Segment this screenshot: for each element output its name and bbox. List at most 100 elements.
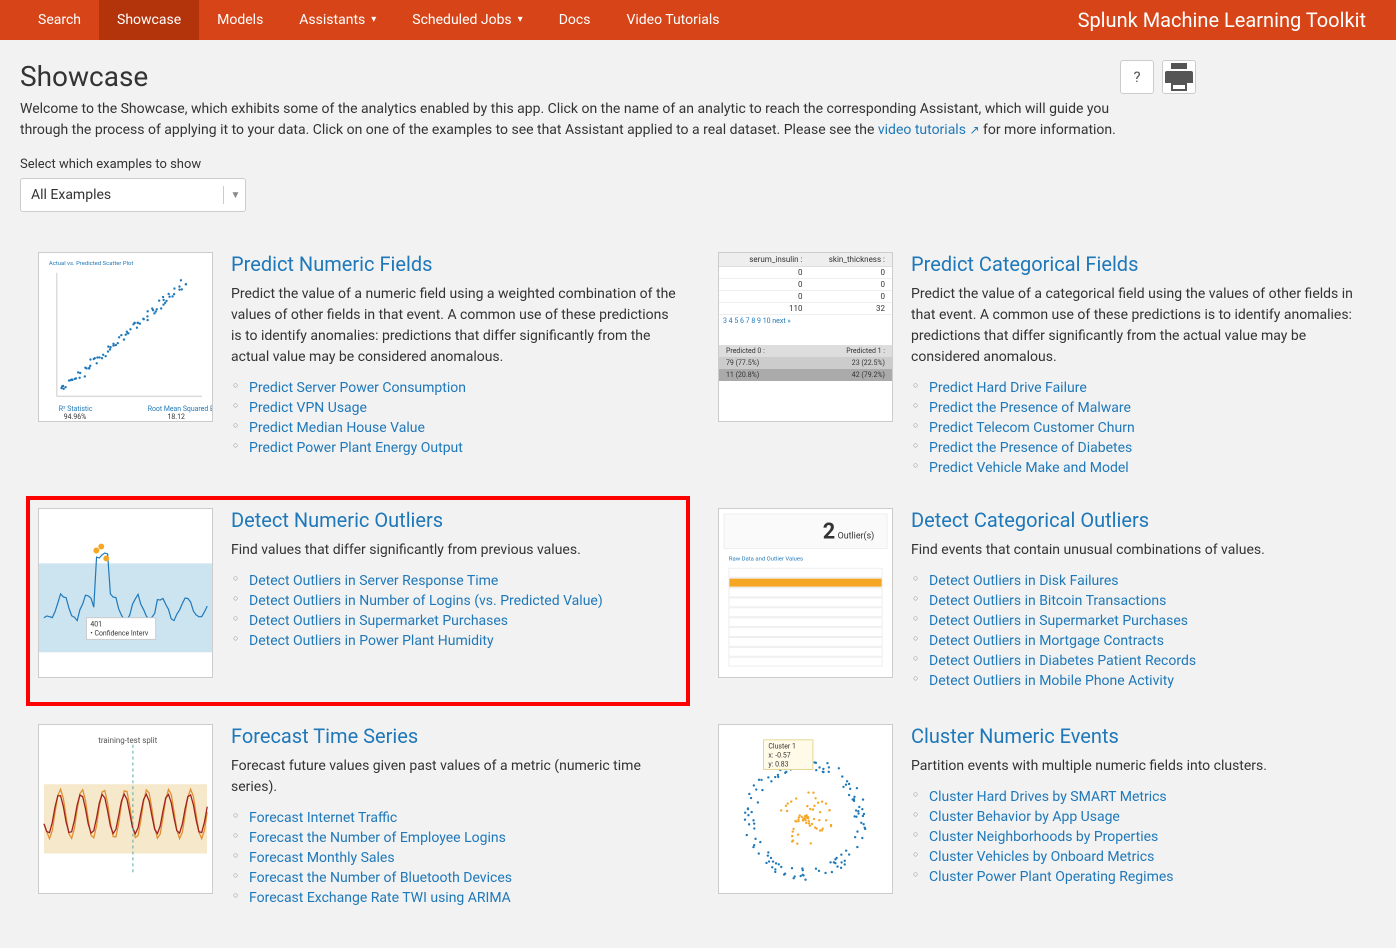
svg-text:94.96%: 94.96%: [64, 413, 86, 421]
list-item: Detect Outliers in Mortgage Contracts: [929, 631, 1358, 651]
list-item: Forecast Internet Traffic: [249, 808, 678, 828]
nav-showcase[interactable]: Showcase: [99, 0, 199, 40]
example-link[interactable]: Detect Outliers in Disk Failures: [929, 573, 1119, 589]
example-link[interactable]: Detect Outliers in Bitcoin Transactions: [929, 593, 1166, 609]
list-item: Predict Server Power Consumption: [249, 378, 678, 398]
list-item: Predict Vehicle Make and Model: [929, 458, 1358, 478]
example-link[interactable]: Cluster Vehicles by Onboard Metrics: [929, 849, 1154, 865]
list-item: Cluster Hard Drives by SMART Metrics: [929, 787, 1358, 807]
list-item: Detect Outliers in Mobile Phone Activity: [929, 671, 1358, 691]
filter-label: Select which examples to show: [20, 157, 1376, 172]
example-link[interactable]: Detect Outliers in Supermarket Purchases: [249, 613, 508, 629]
svg-text:Raw Data and Outlier Values: Raw Data and Outlier Values: [729, 556, 803, 562]
card-title-link[interactable]: Forecast Time Series: [231, 724, 678, 748]
card-thumbnail: Cluster 1x: -0.57y: 0.83: [718, 724, 893, 894]
svg-text:x: -0.57: x: -0.57: [768, 752, 790, 760]
list-item: Cluster Power Plant Operating Regimes: [929, 867, 1358, 887]
list-item: Predict the Presence of Malware: [929, 398, 1358, 418]
example-link[interactable]: Predict Vehicle Make and Model: [929, 460, 1129, 476]
example-link[interactable]: Predict Hard Drive Failure: [929, 380, 1087, 396]
example-list: Detect Outliers in Disk Failures Detect O…: [911, 571, 1358, 691]
nav-assistants[interactable]: Assistants▾: [281, 0, 394, 40]
nav-video-tutorials[interactable]: Video Tutorials: [608, 0, 737, 40]
card-thumbnail: serum_insulin :skin_thickness :000000110…: [718, 252, 893, 422]
card-description: Forecast future values given past values…: [231, 756, 678, 798]
list-item: Detect Outliers in Disk Failures: [929, 571, 1358, 591]
card-title-link[interactable]: Detect Numeric Outliers: [231, 508, 678, 532]
card-description: Predict the value of a categorical field…: [911, 284, 1358, 368]
card-thumbnail: 2Outlier(s)Raw Data and Outlier Values: [718, 508, 893, 678]
card-description: Predict the value of a numeric field usi…: [231, 284, 678, 368]
svg-text:• Confidence Interv: • Confidence Interv: [90, 629, 148, 637]
nav-scheduled-jobs[interactable]: Scheduled Jobs▾: [394, 0, 540, 40]
example-link[interactable]: Predict Server Power Consumption: [249, 380, 466, 396]
showcase-card: 401• Confidence Interv Detect Numeric Out…: [38, 508, 678, 694]
example-link[interactable]: Detect Outliers in Mortgage Contracts: [929, 633, 1164, 649]
card-title-link[interactable]: Cluster Numeric Events: [911, 724, 1358, 748]
svg-text:y: 0.83: y: 0.83: [768, 761, 788, 769]
example-link[interactable]: Predict Median House Value: [249, 420, 425, 436]
example-link[interactable]: Detect Outliers in Power Plant Humidity: [249, 633, 494, 649]
example-link[interactable]: Forecast the Number of Bluetooth Devices: [249, 870, 512, 886]
example-link[interactable]: Detect Outliers in Mobile Phone Activity: [929, 673, 1174, 689]
svg-text:training-test split: training-test split: [98, 736, 157, 745]
example-link[interactable]: Forecast the Number of Employee Logins: [249, 830, 506, 846]
svg-text:18.12: 18.12: [167, 413, 184, 421]
external-link-icon: ↗: [969, 123, 979, 137]
example-link[interactable]: Forecast Internet Traffic: [249, 810, 397, 826]
example-link[interactable]: Cluster Behavior by App Usage: [929, 809, 1120, 825]
example-list: Predict Hard Drive Failure Predict the Pr…: [911, 378, 1358, 478]
nav-models[interactable]: Models: [199, 0, 281, 40]
example-link[interactable]: Detect Outliers in Server Response Time: [249, 573, 498, 589]
card-thumbnail: 401• Confidence Interv: [38, 508, 213, 678]
example-link[interactable]: Predict the Presence of Diabetes: [929, 440, 1132, 456]
card-title-link[interactable]: Predict Numeric Fields: [231, 252, 678, 276]
nav-search[interactable]: Search: [20, 0, 99, 40]
example-list: Predict Server Power Consumption Predict …: [231, 378, 678, 458]
list-item: Detect Outliers in Supermarket Purchases: [929, 611, 1358, 631]
showcase-card: Actual vs. Predicted Scatter PlotR² Stat…: [38, 252, 678, 478]
svg-text:R² Statistic: R² Statistic: [59, 405, 93, 413]
showcase-card: Cluster 1x: -0.57y: 0.83 Cluster Numeric …: [718, 724, 1358, 908]
list-item: Detect Outliers in Bitcoin Transactions: [929, 591, 1358, 611]
svg-text:Outlier(s): Outlier(s): [838, 531, 875, 542]
list-item: Predict VPN Usage: [249, 398, 678, 418]
list-item: Predict Telecom Customer Churn: [929, 418, 1358, 438]
video-tutorials-link[interactable]: video tutorials ↗: [878, 122, 980, 138]
list-item: Predict Hard Drive Failure: [929, 378, 1358, 398]
list-item: Cluster Behavior by App Usage: [929, 807, 1358, 827]
examples-filter-dropdown[interactable]: All Examples ▼: [20, 178, 246, 212]
page-title: Showcase: [20, 60, 1120, 93]
example-link[interactable]: Forecast Monthly Sales: [249, 850, 395, 866]
chevron-down-icon: ▾: [518, 0, 523, 40]
print-button[interactable]: [1162, 60, 1196, 94]
example-link[interactable]: Detect Outliers in Diabetes Patient Reco…: [929, 653, 1196, 669]
list-item: Detect Outliers in Number of Logins (vs.…: [249, 591, 678, 611]
card-title-link[interactable]: Detect Categorical Outliers: [911, 508, 1358, 532]
list-item: Detect Outliers in Power Plant Humidity: [249, 631, 678, 651]
showcase-card: training-test split Forecast Time Series F…: [38, 724, 678, 908]
example-list: Detect Outliers in Server Response Time D…: [231, 571, 678, 651]
example-link[interactable]: Detect Outliers in Number of Logins (vs.…: [249, 593, 603, 609]
card-title-link[interactable]: Predict Categorical Fields: [911, 252, 1358, 276]
example-link[interactable]: Cluster Power Plant Operating Regimes: [929, 869, 1174, 885]
example-link[interactable]: Forecast Exchange Rate TWI using ARIMA: [249, 890, 511, 906]
help-button[interactable]: ?: [1120, 60, 1154, 94]
example-link[interactable]: Predict VPN Usage: [249, 400, 367, 416]
list-item: Detect Outliers in Server Response Time: [249, 571, 678, 591]
example-link[interactable]: Cluster Hard Drives by SMART Metrics: [929, 789, 1167, 805]
example-link[interactable]: Predict the Presence of Malware: [929, 400, 1131, 416]
svg-text:Cluster 1: Cluster 1: [768, 743, 795, 751]
nav-docs[interactable]: Docs: [541, 0, 609, 40]
list-item: Detect Outliers in Diabetes Patient Reco…: [929, 651, 1358, 671]
svg-text:Root Mean Squared Error: Root Mean Squared Error: [148, 405, 212, 413]
top-nav: Search Showcase Models Assistants▾ Sched…: [0, 0, 1396, 40]
example-link[interactable]: Detect Outliers in Supermarket Purchases: [929, 613, 1188, 629]
example-link[interactable]: Predict Power Plant Energy Output: [249, 440, 463, 456]
example-link[interactable]: Predict Telecom Customer Churn: [929, 420, 1135, 436]
list-item: Predict Power Plant Energy Output: [249, 438, 678, 458]
example-list: Forecast Internet Traffic Forecast the Nu…: [231, 808, 678, 908]
list-item: Cluster Vehicles by Onboard Metrics: [929, 847, 1358, 867]
card-thumbnail: Actual vs. Predicted Scatter PlotR² Stat…: [38, 252, 213, 422]
example-link[interactable]: Cluster Neighborhoods by Properties: [929, 829, 1158, 845]
